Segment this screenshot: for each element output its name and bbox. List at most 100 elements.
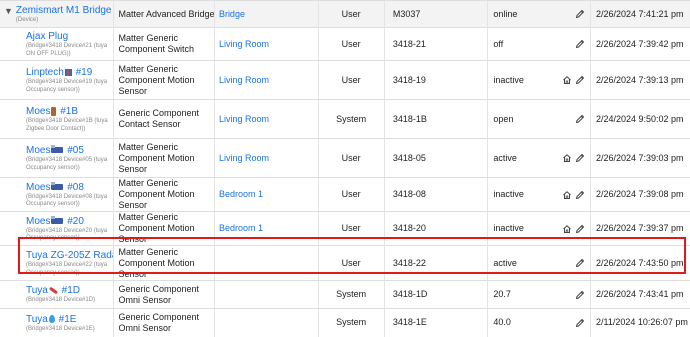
device-subtitle: (Device): [15, 16, 39, 23]
device-user: System: [317, 308, 385, 337]
status-cell: inactive: [487, 177, 591, 212]
room-cell: Living Room: [213, 99, 319, 139]
device-name-link[interactable]: Tuya #1D: [26, 284, 109, 297]
device-name-link[interactable]: Moes #1B: [26, 105, 109, 118]
last-activity: 2/26/2024 7:43:50 pm: [589, 245, 690, 281]
room-link[interactable]: Bridge: [219, 9, 245, 19]
pencil-icon[interactable]: [575, 190, 585, 200]
device-dni: M3037: [383, 0, 488, 28]
device-user: User: [317, 60, 385, 100]
device-status: inactive: [493, 223, 524, 233]
device-name-link[interactable]: Zemismart M1 Bridge: [16, 4, 112, 17]
home-icon[interactable]: [562, 75, 572, 85]
device-type: Matter Generic Component Motion Sensor: [118, 63, 195, 96]
device-dni: 3418-05: [383, 138, 488, 178]
device-emoji-icon: [51, 145, 64, 154]
device-subtitle: (Bridge#3418 Device#1E): [26, 325, 95, 332]
last-activity: 2/24/2024 9:50:02 pm: [589, 99, 690, 139]
device-status: inactive: [493, 74, 524, 85]
room-link[interactable]: Bedroom 1: [219, 189, 263, 199]
room-cell: Bedroom 1: [213, 177, 319, 212]
device-emoji-icon: [48, 286, 58, 295]
room-cell: Living Room: [213, 27, 319, 61]
table-row: Linptech #19 (Bridge#3418 Device#19 (tuy…: [0, 60, 690, 100]
device-name-cell: Tuya #1D (Bridge#3418 Device#1D): [0, 280, 114, 309]
status-cell: 20.7: [487, 280, 591, 309]
device-user: User: [317, 0, 385, 28]
device-status: open: [493, 113, 514, 124]
device-subtitle: (Bridge#3418 Device#20 (tuya Occupancy s…: [26, 227, 108, 242]
device-emoji-icon: [64, 68, 72, 76]
device-name-cell: Moes #05 (Bridge#3418 Device#05 (tuya Oc…: [0, 138, 114, 178]
device-dni: 3418-19: [383, 60, 488, 100]
room-link[interactable]: Living Room: [219, 114, 269, 124]
device-name-link[interactable]: Moes #05: [26, 144, 109, 157]
pencil-icon[interactable]: [575, 224, 585, 234]
pencil-icon[interactable]: [575, 258, 585, 268]
device-name-link[interactable]: Tuya #1E: [26, 313, 109, 326]
table-row: Tuya #1D (Bridge#3418 Device#1D) Generic…: [0, 280, 690, 309]
room-cell: Living Room: [213, 138, 319, 178]
status-cell: active: [487, 245, 591, 281]
status-cell: online: [487, 0, 591, 28]
table-row: Moes #1B (Bridge#3418 Device#1B (tuya Zi…: [0, 99, 690, 139]
device-type: Matter Generic Component Motion Sensor: [118, 178, 195, 211]
device-type-cell: Matter Generic Component Motion Sensor: [113, 245, 215, 281]
device-user: User: [317, 211, 385, 246]
pencil-icon[interactable]: [575, 9, 585, 19]
status-cell: open: [487, 99, 591, 139]
last-activity: 2/26/2024 7:43:41 pm: [589, 280, 690, 309]
device-dni: 3418-22: [383, 245, 488, 281]
device-name-link[interactable]: Ajax Plug: [26, 30, 109, 43]
pencil-icon[interactable]: [575, 114, 585, 124]
room-link[interactable]: Living Room: [219, 153, 269, 163]
last-activity: 2/26/2024 7:39:42 pm: [589, 27, 690, 61]
pencil-icon[interactable]: [575, 39, 585, 49]
device-type-cell: Matter Generic Component Switch: [113, 27, 215, 61]
device-status: online: [493, 8, 518, 19]
table-row: Moes #08 (Bridge#3418 Device#08 (tuya Oc…: [0, 177, 690, 212]
home-icon[interactable]: [562, 190, 572, 200]
device-emoji-icon: [51, 106, 57, 116]
status-cell: active: [487, 138, 591, 178]
device-dni: 3418-20: [383, 211, 488, 246]
last-activity: 2/26/2024 7:39:03 pm: [589, 138, 690, 178]
home-icon[interactable]: [562, 224, 572, 234]
device-type: Generic Component Contact Sensor: [118, 108, 199, 129]
room-link[interactable]: Living Room: [219, 39, 269, 49]
device-type-cell: Generic Component Omni Sensor: [113, 308, 215, 337]
device-name-link[interactable]: Moes #08: [26, 181, 109, 194]
pencil-icon[interactable]: [575, 75, 585, 85]
last-activity: 2/26/2024 7:39:08 pm: [589, 177, 690, 212]
device-name-link[interactable]: Linptech #19: [26, 66, 109, 79]
home-icon[interactable]: [562, 153, 572, 163]
pencil-icon[interactable]: [575, 318, 585, 328]
last-activity: 2/26/2024 7:39:37 pm: [589, 211, 690, 246]
room-link[interactable]: Bedroom 1: [219, 223, 263, 233]
pencil-icon[interactable]: [575, 290, 585, 300]
device-type-cell: Matter Generic Component Motion Sensor: [113, 60, 215, 100]
room-cell: [213, 280, 319, 309]
room-cell: [213, 308, 319, 337]
chevron-down-icon[interactable]: ▼: [4, 6, 13, 17]
device-user: System: [317, 99, 385, 139]
device-user: User: [317, 27, 385, 61]
device-type-cell: Matter Generic Component Motion Sensor: [113, 177, 215, 212]
pencil-icon[interactable]: [575, 153, 585, 163]
device-type: Generic Component Omni Sensor: [118, 283, 199, 305]
device-name-cell: Moes #20 (Bridge#3418 Device#20 (tuya Oc…: [0, 211, 114, 246]
device-user: User: [317, 177, 385, 212]
device-name-link[interactable]: Tuya ZG-205Z Radar: [26, 249, 114, 262]
room-link[interactable]: Living Room: [219, 75, 269, 85]
device-name-cell: Moes #08 (Bridge#3418 Device#08 (tuya Oc…: [0, 177, 114, 212]
device-type-cell: Matter Generic Component Motion Sensor: [113, 211, 215, 246]
device-table: ▼ Zemismart M1 Bridge (Device) Matter Ad…: [0, 0, 690, 337]
device-name-link[interactable]: Moes #20: [26, 215, 109, 228]
last-activity: 2/11/2024 10:26:07 pm: [589, 308, 690, 337]
table-row-parent: ▼ Zemismart M1 Bridge (Device) Matter Ad…: [0, 0, 690, 28]
device-subtitle: (Bridge#3418 Device#22 (tuya Occupancy s…: [26, 262, 108, 276]
device-status: active: [493, 257, 517, 268]
device-dni: 3418-21: [383, 27, 488, 61]
device-subtitle: (Bridge#3418 Device#1B (tuya Zigbee Door…: [26, 118, 108, 132]
status-cell: inactive: [487, 60, 591, 100]
